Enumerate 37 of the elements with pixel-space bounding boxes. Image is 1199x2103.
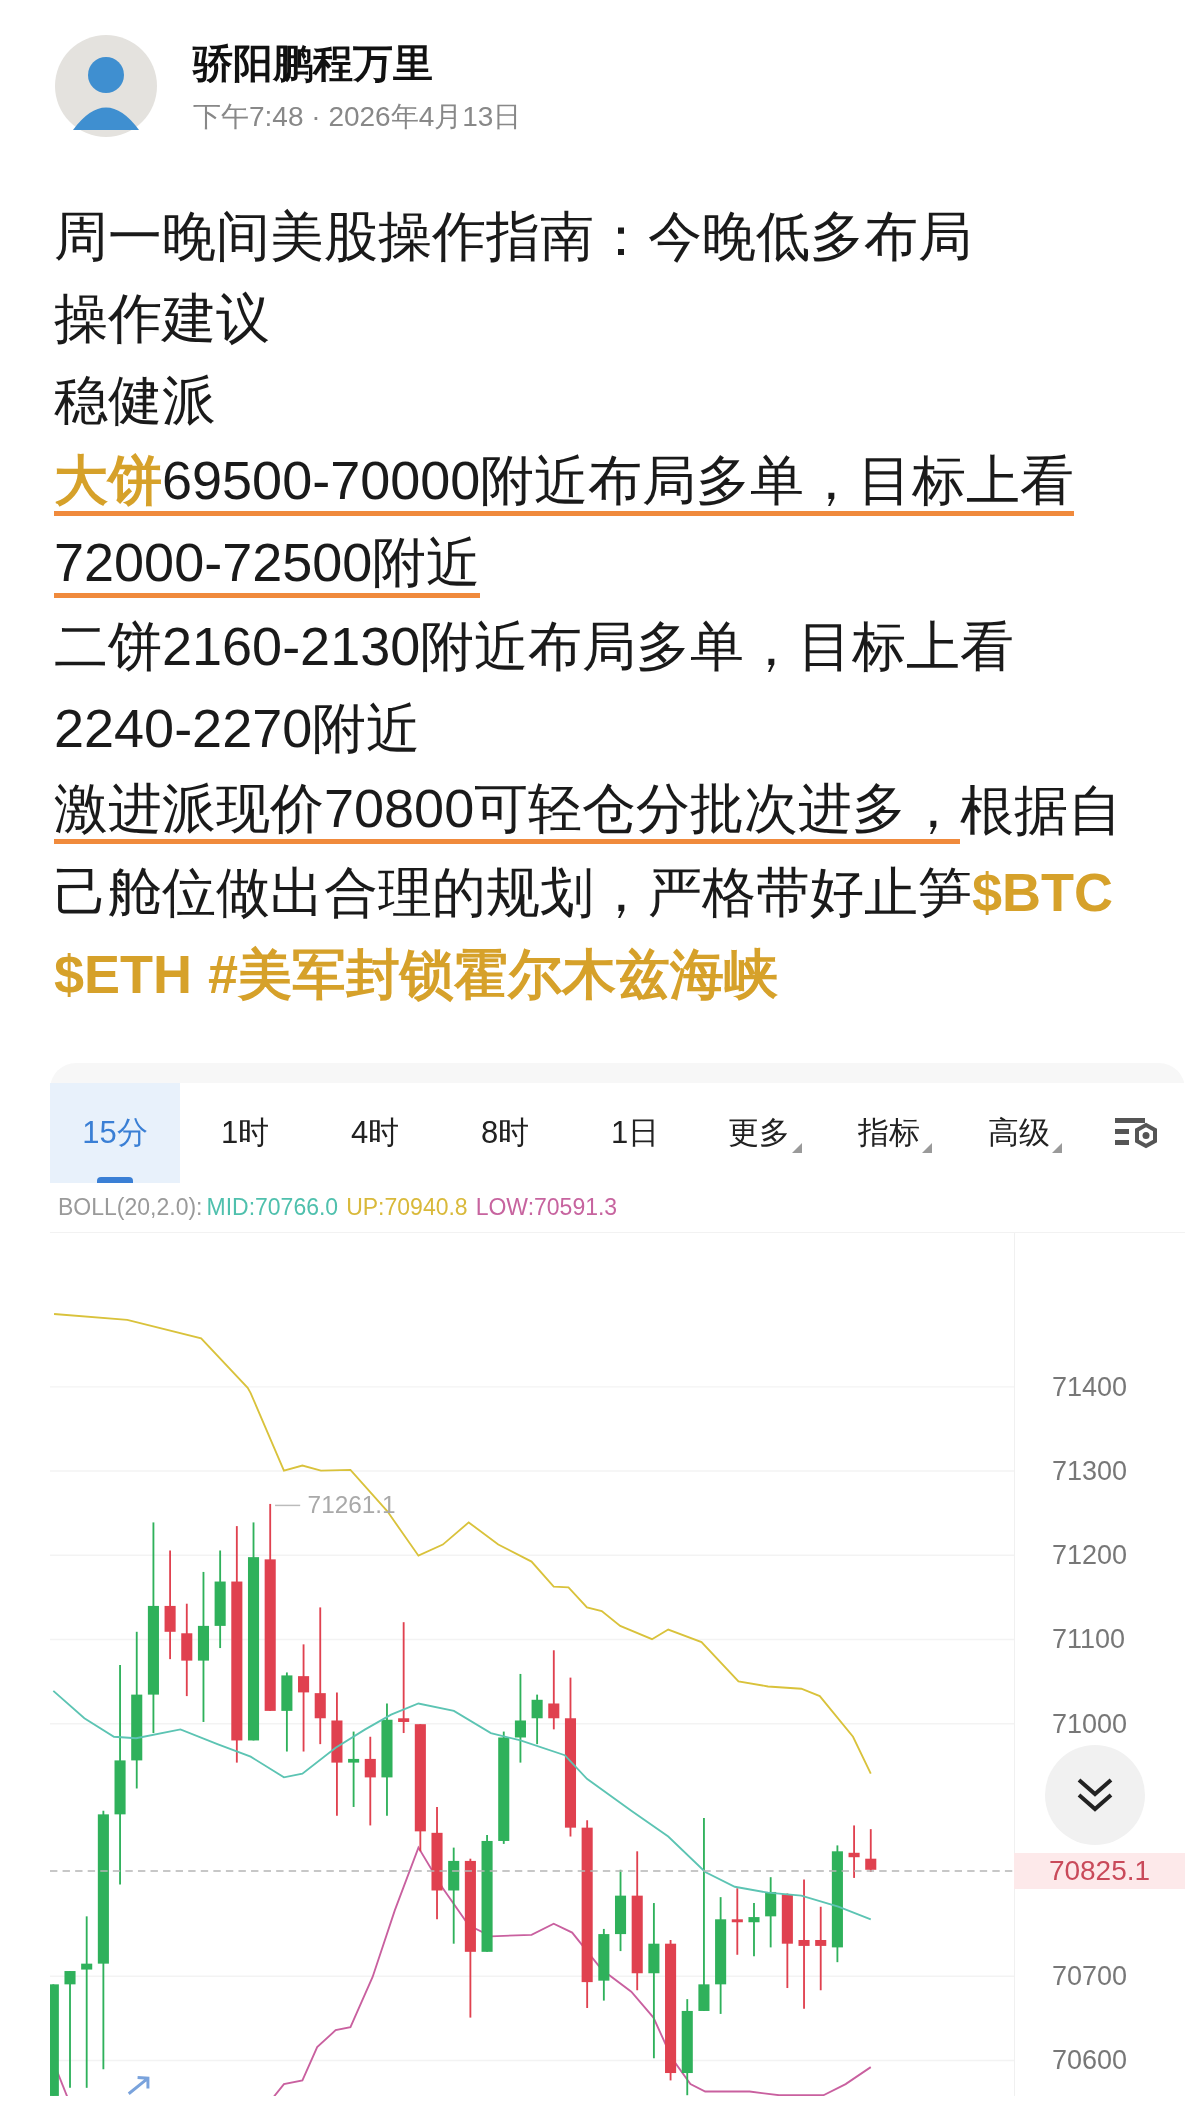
axis-tick-label: 71100	[1052, 1623, 1126, 1656]
indicator-value: LOW:70591.3	[475, 1193, 618, 1223]
candlestick	[748, 1902, 760, 1958]
tab-indicator	[97, 1177, 133, 1183]
leader-line	[274, 1504, 301, 1507]
post-time: 下午7:48 · 2026年4月13日	[193, 100, 522, 134]
timeframe-tab[interactable]: 15分	[50, 1083, 180, 1183]
candlestick	[865, 1828, 877, 1873]
post-text: 69500-70000附近布局多单，目标上看	[162, 448, 1075, 516]
indicator-value: MID:70766.0	[206, 1193, 339, 1223]
expand-icon[interactable]	[127, 2076, 150, 2096]
double-chevron-down-icon	[1076, 1776, 1114, 1814]
axis-tick-label: 71300	[1052, 1455, 1128, 1487]
dropdown-caret-icon	[792, 1143, 802, 1153]
axis-tick-label: 70700	[1052, 1960, 1128, 1993]
post-text: 72000-72500附近	[54, 530, 481, 598]
post-text: 周一晚间美股操作指南：今晚低多布局	[54, 205, 972, 267]
post-text: 己舱位做出合理的规划，严格带好止笋	[54, 861, 972, 923]
post-text: 根据自	[960, 779, 1123, 841]
last-price-tag: 70825.1	[1014, 1852, 1185, 1889]
dropdown-caret-icon	[922, 1143, 932, 1153]
author-name[interactable]: 骄阳鹏程万里	[193, 35, 522, 91]
post-text: 操作建议	[54, 287, 270, 349]
post-text: 稳健派	[54, 369, 216, 431]
axis-tick-label: 71400	[1052, 1370, 1128, 1403]
dropdown-caret-icon	[1052, 1143, 1062, 1153]
post-text: 2240-2270附近	[54, 697, 421, 759]
candlestick	[731, 1887, 743, 1956]
post-text: 二饼2160-2130附近布局多单，目标上看	[54, 615, 1015, 677]
post-text: 激进派现价70800可轻仓分批次进多，	[54, 776, 961, 844]
axis-tick-label: 71000	[1052, 1707, 1128, 1740]
axis-tick-label: 70600	[1052, 2044, 1128, 2077]
indicator-value: UP:70940.8	[346, 1193, 468, 1223]
candlestick	[531, 1693, 543, 1746]
candlestick	[848, 1824, 860, 1879]
axis-tick-label: 71200	[1052, 1539, 1128, 1572]
indicator-label: BOLL(20,2.0):	[58, 1193, 203, 1223]
